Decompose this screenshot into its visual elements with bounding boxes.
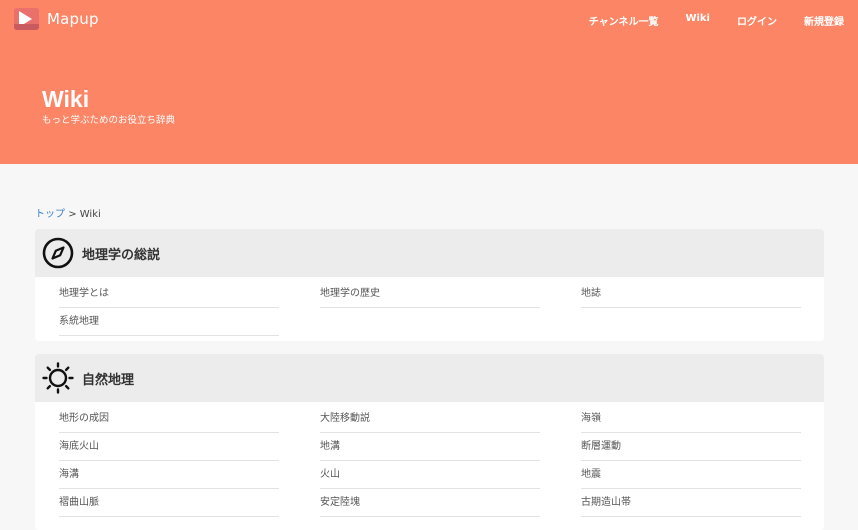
breadcrumb-separator: > (68, 209, 77, 220)
breadcrumb: トップ > Wiki (35, 205, 101, 220)
sun-icon (42, 362, 74, 394)
section-title: 地理学の総説 (82, 247, 161, 263)
breadcrumb-current: Wiki (79, 209, 101, 220)
list-item[interactable]: 安定陸塊 (320, 489, 540, 517)
list-item[interactable]: 地理学とは (59, 280, 279, 308)
hero-banner: Mapup チャンネル一覧 Wiki ログイン 新規登録 Wiki もっと学ぶた… (0, 0, 858, 164)
list-item[interactable]: 地誌 (581, 280, 801, 308)
list-item[interactable]: 褶曲山脈 (59, 489, 279, 517)
list-item[interactable]: 地震 (581, 461, 801, 489)
nav-login[interactable]: ログイン (737, 13, 777, 28)
breadcrumb-home-link[interactable]: トップ (35, 209, 65, 220)
section-header: 自然地理 (35, 354, 824, 402)
compass-icon (42, 237, 74, 269)
page-subtitle: もっと学ぶためのお役立ち辞典 (42, 115, 176, 126)
brand-logo[interactable]: Mapup (14, 8, 99, 30)
section-title: 自然地理 (82, 372, 135, 388)
brand-name: Mapup (47, 10, 99, 28)
list-item[interactable]: 古期造山帯 (581, 489, 801, 517)
list-item[interactable]: 断層運動 (581, 433, 801, 461)
nav-channels[interactable]: チャンネル一覧 (589, 13, 659, 28)
item-grid: 地理学とは 地理学の歴史 地誌 系統地理 (35, 277, 824, 336)
list-item[interactable]: 地形の成因 (59, 405, 279, 433)
list-item[interactable]: 海嶺 (581, 405, 801, 433)
page-title: Wiki (42, 86, 90, 112)
list-item[interactable]: 地理学の歴史 (320, 280, 540, 308)
nav-signup[interactable]: 新規登録 (804, 13, 844, 28)
list-item[interactable]: 大陸移動説 (320, 405, 540, 433)
nav-wiki[interactable]: Wiki (685, 13, 710, 28)
list-item[interactable]: 海底火山 (59, 433, 279, 461)
list-item[interactable]: 海溝 (59, 461, 279, 489)
section-geography-overview: 地理学の総説 地理学とは 地理学の歴史 地誌 系統地理 (35, 229, 824, 341)
list-item[interactable]: 地溝 (320, 433, 540, 461)
item-grid: 地形の成因 大陸移動説 海嶺 海底火山 地溝 断層運動 海溝 火山 地震 褶曲山… (35, 402, 824, 517)
list-item[interactable]: 火山 (320, 461, 540, 489)
top-nav: チャンネル一覧 Wiki ログイン 新規登録 (562, 13, 844, 28)
list-item[interactable]: 系統地理 (59, 308, 279, 336)
section-physical-geography: 自然地理 地形の成因 大陸移動説 海嶺 海底火山 地溝 断層運動 海溝 火山 地… (35, 354, 824, 530)
section-header: 地理学の総説 (35, 229, 824, 277)
play-logo-icon (14, 8, 39, 30)
